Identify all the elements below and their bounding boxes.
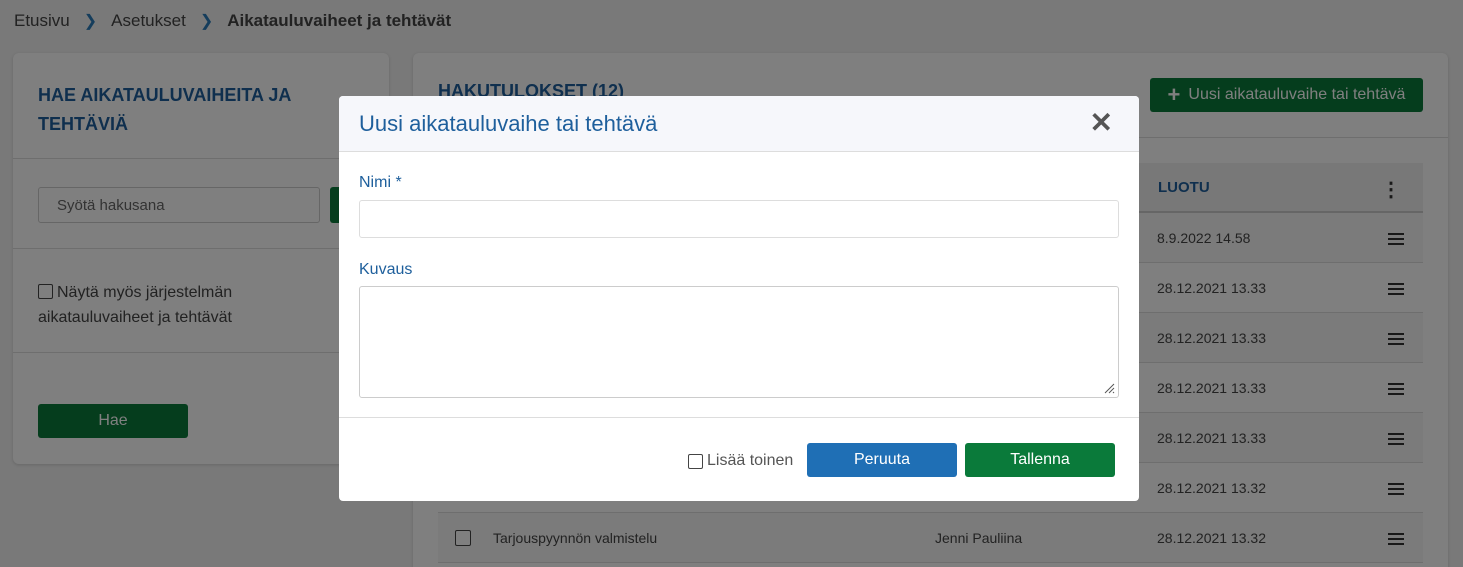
new-schedule-dialog: Uusi aikatauluvaihe tai tehtävä ✕ Nimi *… [339,96,1139,501]
divider [339,417,1139,418]
dialog-title: Uusi aikatauluvaihe tai tehtävä [359,111,658,136]
add-another-label: Lisää toinen [707,452,794,469]
name-label: Nimi * [359,174,402,191]
close-icon[interactable]: ✕ [1090,109,1113,137]
name-input[interactable] [359,200,1119,238]
description-label: Kuvaus [359,261,413,278]
dialog-header: Uusi aikatauluvaihe tai tehtävä ✕ [339,96,1139,152]
save-button[interactable]: Tallenna [965,443,1115,477]
description-textarea[interactable] [359,286,1119,398]
resize-grip-icon[interactable] [1103,382,1115,394]
add-another-checkbox-row[interactable]: Lisää toinen [688,452,793,470]
cancel-button[interactable]: Peruuta [807,443,957,477]
add-another-checkbox[interactable] [688,453,703,469]
